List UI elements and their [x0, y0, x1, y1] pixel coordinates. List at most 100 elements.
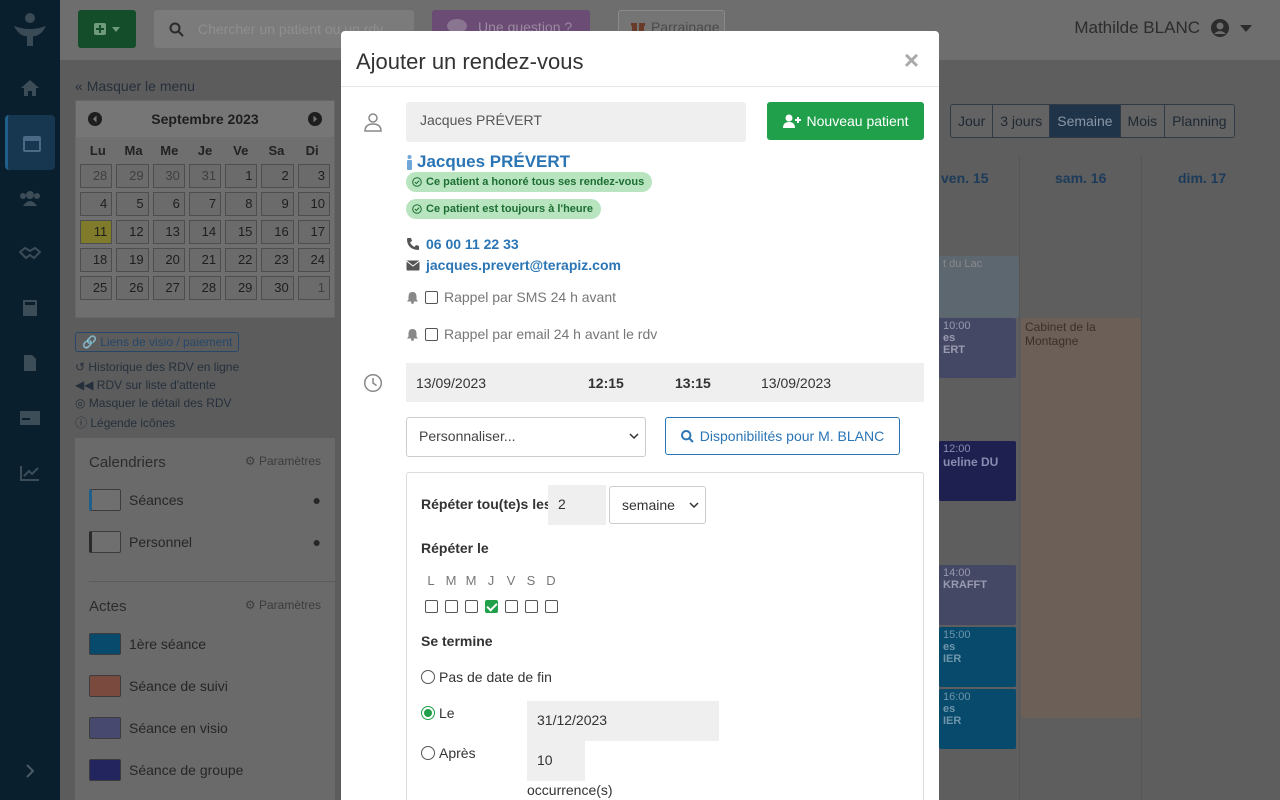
eye-icon[interactable]: ● — [313, 492, 321, 508]
nav-calculator-icon[interactable] — [0, 280, 60, 335]
weekday-checkbox-tuesday[interactable] — [444, 600, 458, 613]
waitlist-link[interactable]: ◀◀ RDV sur liste d'attente — [75, 378, 239, 392]
repeat-unit-select[interactable]: semaine — [609, 486, 706, 524]
mini-calendar-day[interactable]: 24 — [297, 248, 330, 272]
acte-item[interactable]: Séance de groupe — [75, 749, 335, 791]
view-3days-button[interactable]: 3 jours — [993, 105, 1051, 137]
mini-calendar-day[interactable]: 8 — [225, 192, 258, 216]
phone-link[interactable]: 06 00 11 22 33 — [406, 236, 519, 252]
view-week-button[interactable]: Semaine — [1050, 105, 1121, 137]
mini-calendar-day[interactable]: 14 — [188, 220, 222, 244]
availability-button[interactable]: Disponibilités pour M. BLANC — [665, 417, 900, 455]
mini-calendar-day[interactable]: 10 — [297, 192, 330, 216]
mini-calendar-day[interactable]: 12 — [116, 220, 149, 244]
user-menu[interactable]: Mathilde BLANC — [1074, 18, 1252, 38]
actes-settings-link[interactable]: ⚙ Paramètres — [245, 598, 321, 615]
mini-calendar-day[interactable]: 21 — [188, 248, 222, 272]
no-end-option[interactable]: Pas de date de fin — [421, 669, 552, 685]
weekday-checkbox-sunday[interactable] — [544, 600, 558, 613]
acte-item[interactable]: Séance en visio — [75, 707, 335, 749]
mini-calendar-day[interactable]: 29 — [225, 276, 258, 300]
end-after-option[interactable]: Après — [421, 745, 476, 761]
end-on-date-option[interactable]: Le — [421, 705, 455, 721]
weekday-checkbox-friday[interactable] — [504, 600, 518, 613]
mini-calendar-day[interactable]: 2 — [261, 164, 294, 188]
calendar-item-seances[interactable]: Séances ● — [75, 479, 335, 521]
app-logo[interactable] — [0, 0, 60, 60]
weekday-checkbox-saturday[interactable] — [524, 600, 538, 613]
email-link[interactable]: jacques.prevert@terapiz.com — [406, 257, 621, 273]
email-reminder-checkbox[interactable] — [425, 327, 438, 341]
legend-link[interactable]: ⓘ Légende icônes — [75, 414, 239, 431]
mini-calendar-day[interactable]: 1 — [297, 276, 330, 300]
weekday-checkbox-monday[interactable] — [424, 600, 438, 613]
mini-calendar-day[interactable]: 28 — [80, 164, 113, 188]
calendar-event[interactable]: 16:00 es IER — [939, 689, 1016, 749]
mini-calendar-day[interactable]: 30 — [152, 164, 185, 188]
hide-details-link[interactable]: ◎ Masquer le détail des RDV — [75, 396, 239, 410]
end-date-field[interactable]: 13/09/2023 — [761, 375, 831, 391]
mini-calendar-day[interactable]: 18 — [80, 248, 113, 272]
acte-item[interactable]: 1ère séance — [75, 623, 335, 665]
mini-calendar-day[interactable]: 19 — [116, 248, 149, 272]
mini-calendar-day[interactable]: 26 — [116, 276, 149, 300]
mini-calendar-day[interactable]: 4 — [80, 192, 113, 216]
history-link[interactable]: ↺ Historique des RDV en ligne — [75, 360, 239, 374]
calendar-item-personnel[interactable]: Personnel ● — [75, 521, 335, 563]
nav-stats-icon[interactable] — [0, 445, 60, 500]
mini-calendar-day[interactable]: 22 — [225, 248, 258, 272]
nav-handshake-icon[interactable] — [0, 225, 60, 280]
mini-calendar-day[interactable]: 15 — [225, 220, 258, 244]
nav-home-icon[interactable] — [0, 60, 60, 115]
end-date-input[interactable]: 31/12/2023 — [527, 701, 719, 741]
add-menu-button[interactable] — [78, 10, 136, 48]
end-after-radio[interactable] — [421, 746, 435, 760]
mini-calendar-day[interactable]: 3 — [297, 164, 330, 188]
next-month-icon[interactable] — [308, 112, 322, 126]
sms-reminder-option[interactable]: Rappel par SMS 24 h avant — [406, 289, 616, 305]
mini-calendar-day[interactable]: 11 — [80, 220, 113, 244]
prev-month-icon[interactable] — [88, 112, 102, 126]
mini-calendar-day[interactable]: 28 — [188, 276, 222, 300]
view-month-button[interactable]: Mois — [1120, 105, 1166, 137]
nav-patients-icon[interactable] — [0, 170, 60, 225]
patient-name-link[interactable]: Jacques PRÉVERT — [406, 152, 570, 172]
mini-calendar-day[interactable]: 31 — [188, 164, 222, 188]
calendar-event[interactable]: 14:00 KRAFFT — [939, 565, 1016, 625]
calendar-event[interactable]: Cabinet de la Montagne — [1021, 318, 1141, 718]
nav-payment-icon[interactable] — [0, 390, 60, 445]
mini-calendar-day[interactable]: 16 — [261, 220, 294, 244]
sms-reminder-checkbox[interactable] — [425, 290, 438, 304]
start-time-field[interactable]: 12:15 — [588, 375, 624, 391]
mini-calendar-day[interactable]: 20 — [152, 248, 185, 272]
mini-calendar-day[interactable]: 5 — [116, 192, 149, 216]
weekday-checkbox-wednesday[interactable] — [464, 600, 478, 613]
calendars-settings-link[interactable]: ⚙ Paramètres — [245, 454, 321, 471]
mini-calendar-day[interactable]: 23 — [261, 248, 294, 272]
calendar-event[interactable]: 12:00 ueline DU — [939, 441, 1016, 501]
mini-calendar-day[interactable]: 17 — [297, 220, 330, 244]
start-date-field[interactable]: 13/09/2023 — [416, 375, 486, 391]
weekday-checkbox-thursday[interactable] — [484, 600, 498, 613]
patient-input[interactable]: Jacques PRÉVERT — [406, 102, 746, 142]
eye-icon[interactable]: ● — [313, 534, 321, 550]
acte-item[interactable]: Séance de suivi — [75, 665, 335, 707]
mini-calendar-day[interactable]: 27 — [152, 276, 185, 300]
mini-calendar-day[interactable]: 7 — [188, 192, 222, 216]
mini-calendar-day[interactable]: 9 — [261, 192, 294, 216]
nav-document-icon[interactable] — [0, 335, 60, 390]
mini-calendar-day[interactable]: 30 — [261, 276, 294, 300]
close-icon[interactable]: × — [904, 45, 919, 76]
calendar-event[interactable]: 10:00 es ERT — [939, 318, 1016, 378]
occurrences-input[interactable]: 10 — [527, 741, 585, 781]
view-day-button[interactable]: Jour — [951, 105, 994, 137]
mini-calendar-day[interactable]: 25 — [80, 276, 113, 300]
recurrence-select[interactable]: Personnaliser... — [406, 417, 646, 457]
end-on-date-radio[interactable] — [421, 706, 435, 720]
new-patient-button[interactable]: Nouveau patient — [767, 102, 924, 140]
view-planning-button[interactable]: Planning — [1165, 105, 1234, 137]
visio-links-button[interactable]: 🔗 Liens de visio / paiement — [75, 332, 240, 352]
mini-calendar-day[interactable]: 6 — [152, 192, 185, 216]
mini-calendar-day[interactable]: 13 — [152, 220, 185, 244]
no-end-radio[interactable] — [421, 670, 435, 684]
